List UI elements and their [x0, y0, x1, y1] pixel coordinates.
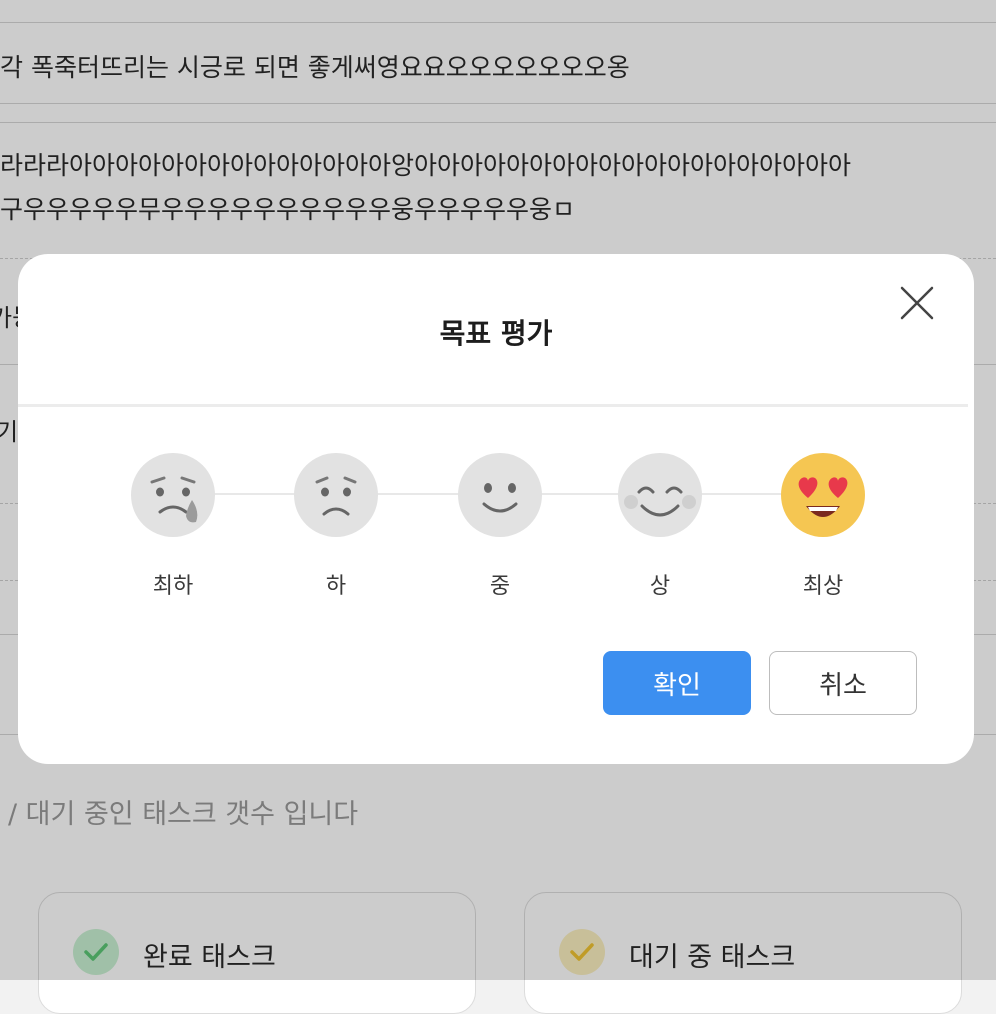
crying-face-icon [131, 453, 215, 537]
heart-eyes-face-icon [781, 453, 865, 537]
dialog-divider [18, 404, 968, 407]
close-icon[interactable] [898, 284, 936, 322]
rating-label: 하 [325, 574, 347, 599]
rating-label: 중 [489, 574, 511, 599]
rating-label: 상 [649, 574, 671, 599]
rating-option-worst[interactable]: 최하 [128, 452, 218, 600]
dialog-title: 목표 평가 [439, 317, 553, 350]
rating-option-mid[interactable]: 중 [455, 452, 545, 600]
rating-option-low[interactable]: 하 [291, 452, 381, 600]
rating-label: 최상 [802, 574, 844, 599]
rating-label: 최하 [152, 574, 194, 599]
neutral-smile-face-icon [458, 453, 542, 537]
cancel-button[interactable]: 취소 [769, 651, 917, 715]
confirm-button[interactable]: 확인 [603, 651, 751, 715]
goal-rating-dialog: 목표 평가 최하 하 중 상 최상 확인 취소 [18, 254, 974, 764]
happy-face-icon [618, 453, 702, 537]
sad-face-icon [294, 453, 378, 537]
rating-option-high[interactable]: 상 [615, 452, 705, 600]
rating-option-best[interactable]: 최상 [778, 452, 868, 600]
